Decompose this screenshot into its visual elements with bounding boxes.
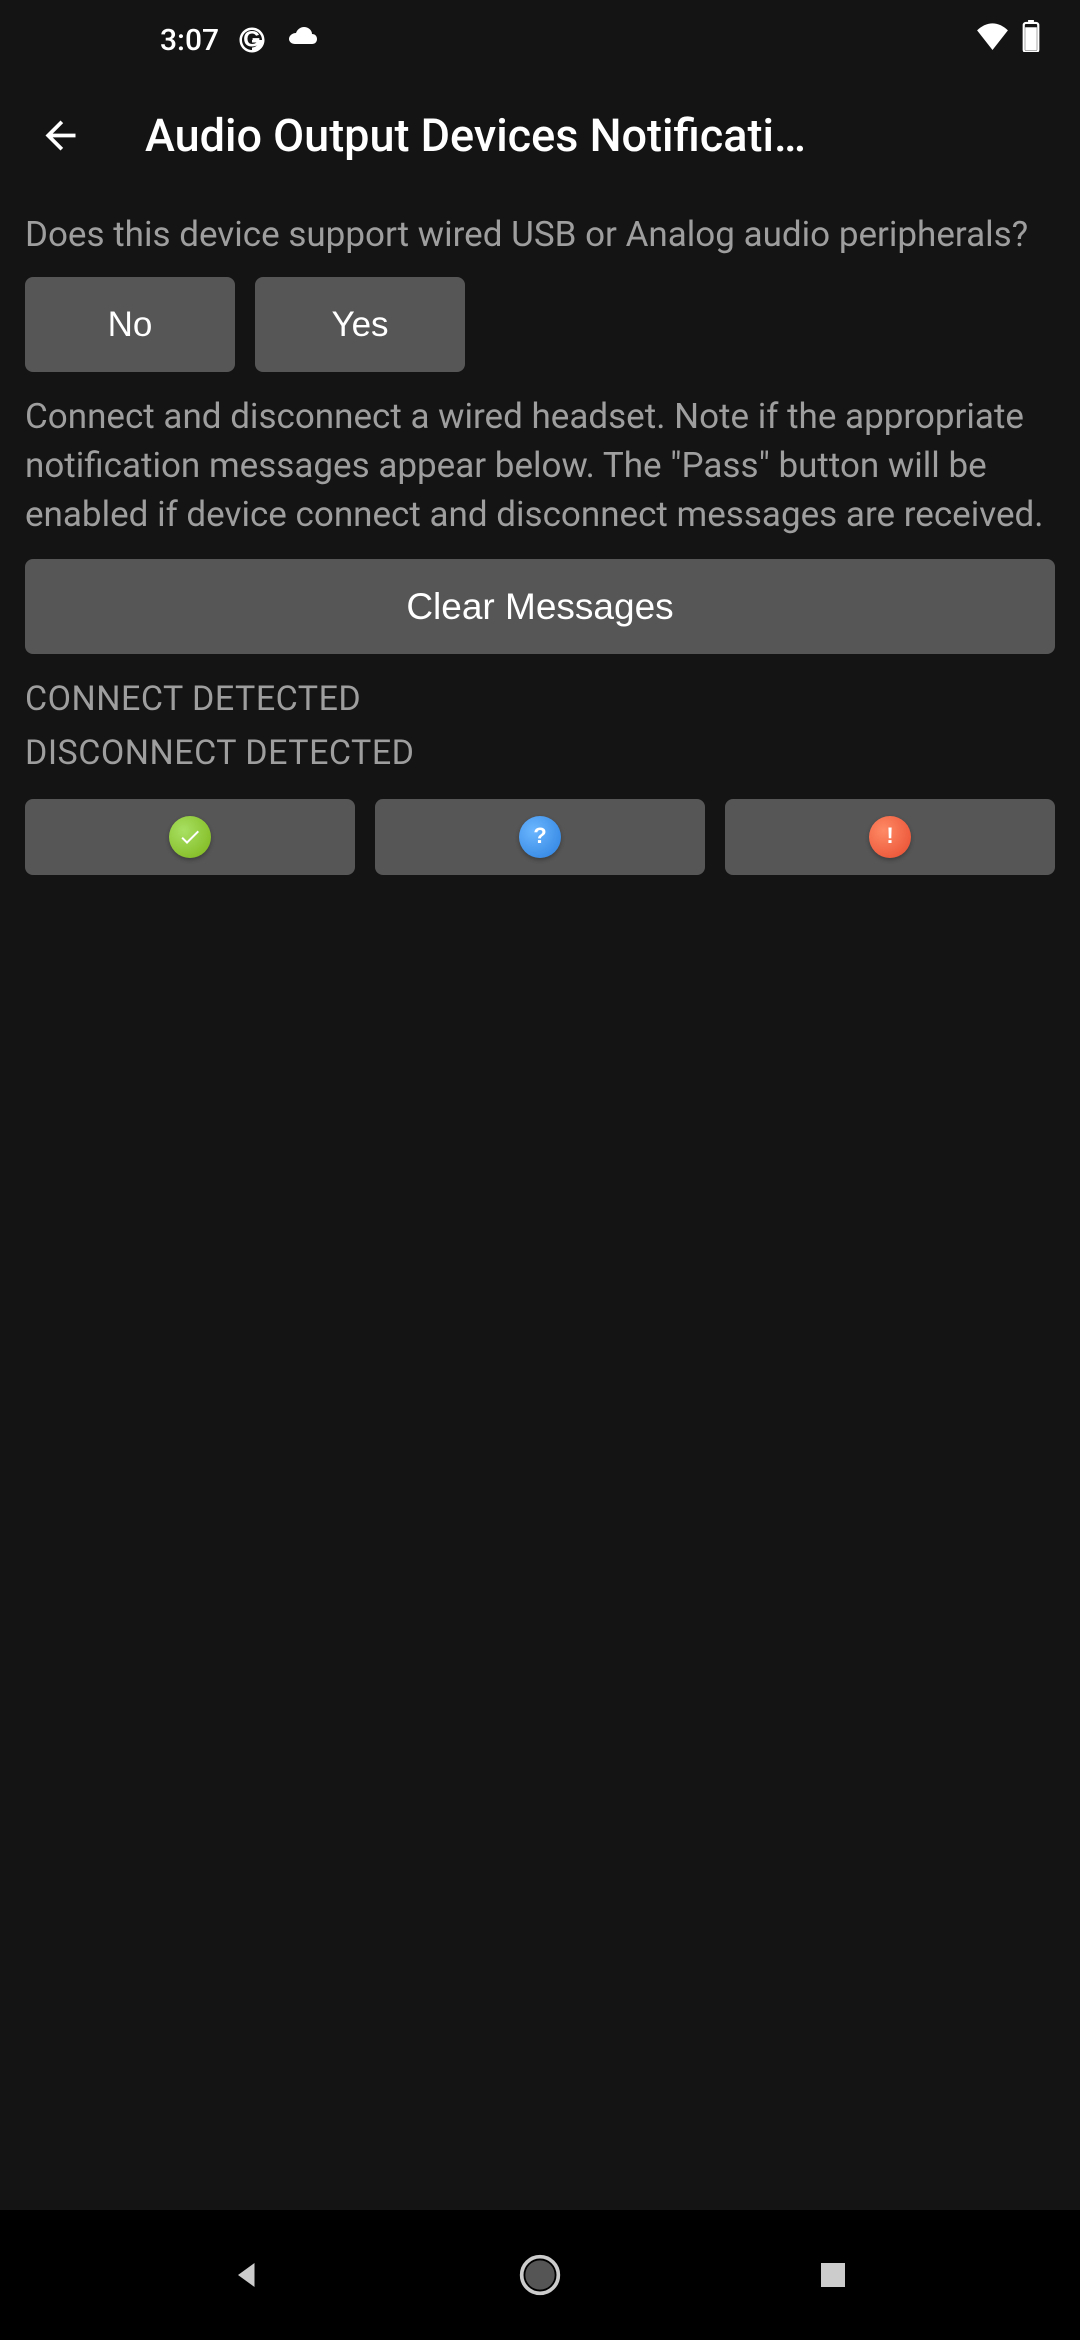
page-title: Audio Output Devices Notificati… <box>145 109 1055 162</box>
choice-button-row: No Yes <box>25 277 1055 372</box>
triangle-back-icon <box>229 2257 265 2293</box>
fail-button[interactable]: ! <box>725 799 1055 875</box>
circle-home-icon <box>518 2253 562 2297</box>
clear-messages-button[interactable]: Clear Messages <box>25 559 1055 654</box>
message-connect: CONNECT DETECTED <box>25 672 1055 726</box>
google-icon: G <box>237 25 267 55</box>
info-button[interactable]: ? <box>375 799 705 875</box>
yes-button[interactable]: Yes <box>255 277 465 372</box>
instruction-text: Connect and disconnect a wired headset. … <box>25 392 1055 539</box>
content-area: Does this device support wired USB or An… <box>0 190 1080 895</box>
square-recent-icon <box>817 2259 849 2291</box>
app-bar: Audio Output Devices Notificati… <box>0 80 1080 190</box>
nav-home-button[interactable] <box>510 2245 570 2305</box>
pass-button[interactable] <box>25 799 355 875</box>
status-left: 3:07 G <box>160 23 320 58</box>
no-button[interactable]: No <box>25 277 235 372</box>
status-right <box>975 20 1040 60</box>
navigation-bar <box>0 2210 1080 2340</box>
check-icon <box>169 816 211 858</box>
svg-text:G: G <box>243 26 261 51</box>
cloud-icon <box>285 23 320 58</box>
battery-icon <box>1022 20 1040 60</box>
back-button[interactable] <box>25 100 95 170</box>
wifi-icon <box>975 22 1010 58</box>
message-disconnect: DISCONNECT DETECTED <box>25 726 1055 780</box>
svg-text:?: ? <box>533 825 546 848</box>
arrow-back-icon <box>38 113 83 158</box>
status-bar: 3:07 G <box>0 0 1080 80</box>
nav-back-button[interactable] <box>217 2245 277 2305</box>
result-button-row: ? ! <box>25 799 1055 875</box>
svg-text:!: ! <box>886 825 893 848</box>
nav-recent-button[interactable] <box>803 2245 863 2305</box>
question-icon: ? <box>519 816 561 858</box>
question-text: Does this device support wired USB or An… <box>25 210 1055 259</box>
status-time: 3:07 <box>160 23 219 58</box>
exclamation-icon: ! <box>869 816 911 858</box>
